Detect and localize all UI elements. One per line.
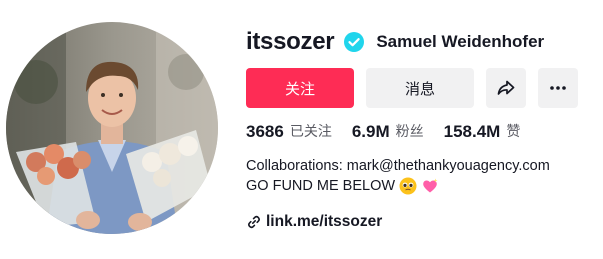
likes-stat: 158.4M 赞: [444, 120, 521, 144]
following-count: 3686: [246, 122, 284, 141]
avatar[interactable]: [6, 22, 218, 234]
following-stat[interactable]: 3686 已关注: [246, 120, 332, 144]
verified-badge-icon: [344, 32, 365, 52]
link-icon: [246, 214, 262, 230]
followers-count: 6.9M: [351, 122, 390, 141]
avatar-photo: [6, 22, 218, 234]
link-text[interactable]: link.me/itssozer: [266, 211, 382, 233]
more-dots-icon: [550, 86, 566, 90]
follow-button[interactable]: 关注: [246, 68, 354, 108]
likes-count: 158.4M: [443, 122, 501, 141]
bio: Collaborations: mark@thethankyouagency.c…: [246, 156, 550, 196]
username: itssozer: [246, 28, 335, 55]
sparkling-heart-emoji: [421, 177, 439, 195]
bio-line-1: Collaborations: mark@thethankyouagency.c…: [246, 158, 550, 174]
profile-stats: 3686 已关注 6.9M 粉丝 158.4M 赞: [246, 120, 540, 144]
likes-label: 赞: [506, 124, 521, 140]
profile-link[interactable]: link.me/itssozer: [246, 211, 382, 233]
pleading-face-emoji: [399, 177, 417, 195]
bio-line-2: GO FUND ME BELOW: [246, 176, 550, 196]
message-button[interactable]: 消息: [366, 68, 474, 108]
followers-label: 粉丝: [395, 124, 424, 140]
share-arrow-icon: [497, 80, 515, 95]
more-button[interactable]: [538, 68, 578, 108]
share-button[interactable]: [486, 68, 526, 108]
following-label: 已关注: [289, 124, 332, 140]
followers-stat[interactable]: 6.9M 粉丝: [352, 120, 424, 144]
profile-header: itssozer Samuel Weidenhofer: [246, 27, 544, 57]
nickname: Samuel Weidenhofer: [376, 32, 545, 51]
bio-line-2-text: GO FUND ME BELOW: [246, 178, 396, 194]
